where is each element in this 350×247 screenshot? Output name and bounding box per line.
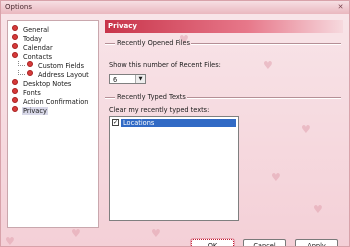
tree-item-privacy[interactable]: Privacy: [12, 106, 48, 115]
bullet-icon: [12, 52, 18, 58]
recent-files-group-title: Recently Opened Files: [117, 39, 191, 47]
apply-button[interactable]: Apply: [295, 239, 338, 246]
tree-item-label: Calendar: [23, 44, 53, 52]
tree-connector: [18, 61, 25, 66]
tree-item-label: Custom Fields: [38, 62, 85, 70]
bullet-icon: [27, 70, 33, 76]
window-title: Options: [5, 3, 33, 11]
options-window: Options ✕ ♥ ♥ ♥ ♥ ♥ ♥ ♥ ♥ General Today …: [0, 0, 350, 247]
tree-item-address-layout[interactable]: Address Layout: [18, 70, 90, 79]
divider: [105, 97, 115, 99]
tree-item-custom-fields[interactable]: Custom Fields: [18, 61, 85, 70]
bullet-icon: [12, 106, 18, 112]
tree-item-contacts[interactable]: Contacts: [12, 52, 53, 61]
divider: [187, 97, 341, 99]
tree-item-label: Action Confirmation: [23, 98, 89, 106]
cancel-button[interactable]: Cancel: [243, 239, 286, 246]
bullet-icon: [27, 61, 33, 67]
options-tree[interactable]: General Today Calendar Contacts Custom F…: [7, 20, 99, 228]
locations-checkbox[interactable]: ✓: [112, 119, 119, 126]
privacy-panel: Privacy Recently Opened Files Show this …: [105, 20, 343, 228]
recent-files-count-value: 6: [113, 76, 118, 84]
recent-files-count-select[interactable]: 6 ▼: [109, 74, 146, 84]
heart-icon: ♥: [71, 227, 81, 240]
tree-item-label: Today: [23, 35, 43, 43]
recent-texts-group-title: Recently Typed Texts: [117, 93, 186, 101]
bullet-icon: [12, 25, 18, 31]
heart-icon: ♥: [5, 235, 15, 247]
ok-button[interactable]: OK: [191, 239, 234, 246]
bullet-icon: [12, 79, 18, 85]
title-bar[interactable]: Options ✕: [1, 1, 349, 14]
chevron-down-icon[interactable]: ▼: [135, 75, 145, 83]
bullet-icon: [12, 34, 18, 40]
recent-texts-list[interactable]: ✓ Locations: [109, 116, 239, 221]
tree-item-desktop-notes[interactable]: Desktop Notes: [12, 79, 72, 88]
dialog-client-area: ♥ ♥ ♥ ♥ ♥ ♥ ♥ ♥ General Today Calendar C…: [1, 14, 349, 246]
divider: [105, 43, 115, 45]
bullet-icon: [12, 88, 18, 94]
close-icon[interactable]: ✕: [336, 3, 345, 11]
bullet-icon: [12, 43, 18, 49]
page-title: Privacy: [105, 20, 343, 33]
tree-item-action-confirmation[interactable]: Action Confirmation: [12, 97, 89, 106]
divider: [191, 43, 341, 45]
list-item[interactable]: ✓ Locations: [112, 119, 236, 127]
heart-icon: ♥: [151, 227, 161, 240]
locations-label[interactable]: Locations: [121, 119, 236, 127]
tree-item-label: Privacy: [22, 107, 48, 115]
recent-files-label: Show this number of Recent Files:: [109, 61, 221, 69]
tree-connector: [18, 70, 25, 75]
tree-item-general[interactable]: General: [12, 25, 50, 34]
tree-item-today[interactable]: Today: [12, 34, 43, 43]
tree-item-label: Contacts: [23, 53, 53, 61]
bullet-icon: [12, 97, 18, 103]
tree-item-label: Fonts: [23, 89, 41, 97]
recent-texts-label: Clear my recently typed texts:: [109, 106, 210, 114]
tree-item-fonts[interactable]: Fonts: [12, 88, 42, 97]
tree-item-label: Desktop Notes: [23, 80, 72, 88]
tree-item-label: General: [23, 26, 49, 34]
tree-item-calendar[interactable]: Calendar: [12, 43, 54, 52]
tree-item-label: Address Layout: [38, 71, 89, 79]
